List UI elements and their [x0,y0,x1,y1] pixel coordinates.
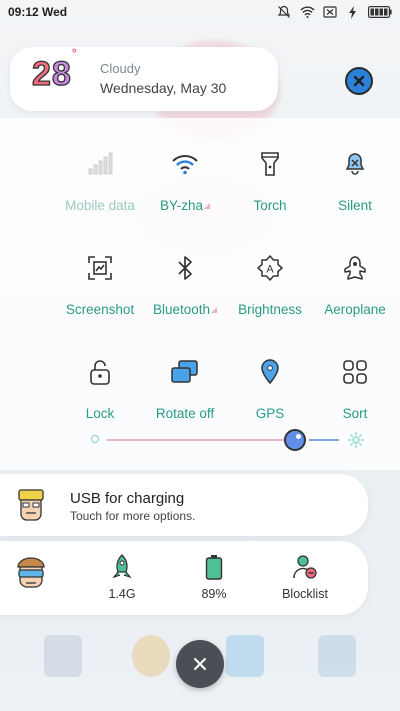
wifi-status-icon [299,5,315,19]
battery-percent-label: 89% [201,587,227,601]
sort-grid-icon [341,358,369,386]
battery-level-icon [179,553,249,581]
dock-app-icon [132,635,170,677]
brightness-slider[interactable] [91,429,371,451]
bluetooth-icon [171,254,199,282]
network-speed-stat[interactable]: 1.4G [87,553,157,601]
user-avatar[interactable] [14,555,48,596]
temperature-digit: 8 [51,54,72,93]
rocket-icon [87,553,157,581]
close-panel-button[interactable] [176,640,224,688]
rotate-icon [171,358,199,386]
charging-bolt-icon [345,5,361,19]
more-options-indicator [211,307,218,313]
degree-symbol: ° [71,45,78,60]
avatar [14,486,48,527]
network-speed-label: 1.4G [108,587,136,601]
slider-track-filled [107,439,297,441]
slider-track-empty [309,439,339,441]
svg-text:A: A [266,264,274,276]
close-icon [353,75,365,87]
status-time: 09:12 Wed [8,5,68,19]
dock-app-icon [44,635,82,677]
blocklist-icon [270,553,340,581]
brightness-low-icon [91,435,99,443]
aeroplane-icon [341,254,369,282]
blocklist-stat[interactable]: Blocklist [270,553,340,601]
weather-date: Wednesday, May 30 [100,80,227,96]
blocklist-label: Blocklist [282,587,328,601]
status-bar: 09:12 Wed [0,0,400,24]
dock-app-icon [226,635,264,677]
auto-brightness-icon: A [256,254,284,282]
toggle-aeroplane[interactable]: Aeroplane [305,232,400,332]
brightness-high-icon [348,432,364,448]
usb-subtitle: Touch for more options. [70,509,196,523]
screenshot-icon [86,254,114,282]
usb-notification[interactable]: USB for charging Touch for more options. [0,474,368,536]
toggle-label: Sort [342,406,368,421]
mute-icon [276,5,292,19]
toggle-sort[interactable]: Sort [305,336,400,436]
usb-title: USB for charging [70,490,185,507]
battery-icon [368,5,392,19]
gps-icon [256,358,284,386]
torch-icon [256,150,284,178]
toggle-silent[interactable]: Silent [305,128,400,228]
close-icon [194,658,206,670]
temperature-digit: 2 [31,54,52,93]
weather-card[interactable]: 28° Cloudy Wednesday, May 30 [10,46,278,111]
weather-condition: Cloudy [100,61,141,76]
toggle-label: Silent [338,198,372,213]
no-sim-icon [322,5,338,19]
wifi-icon [171,150,199,178]
dock-app-icon [318,635,356,677]
signal-bars-icon [86,150,114,178]
toggle-label: Aeroplane [324,302,386,317]
slider-thumb[interactable] [284,429,306,451]
more-options-indicator [204,203,211,209]
battery-stat[interactable]: 89% [179,553,249,601]
lock-icon [86,358,114,386]
bottom-stats-bar: 1.4G 89% Blocklist [0,541,368,615]
close-button[interactable] [345,67,373,95]
silent-bell-icon [341,150,369,178]
temperature: 28° [31,46,78,94]
